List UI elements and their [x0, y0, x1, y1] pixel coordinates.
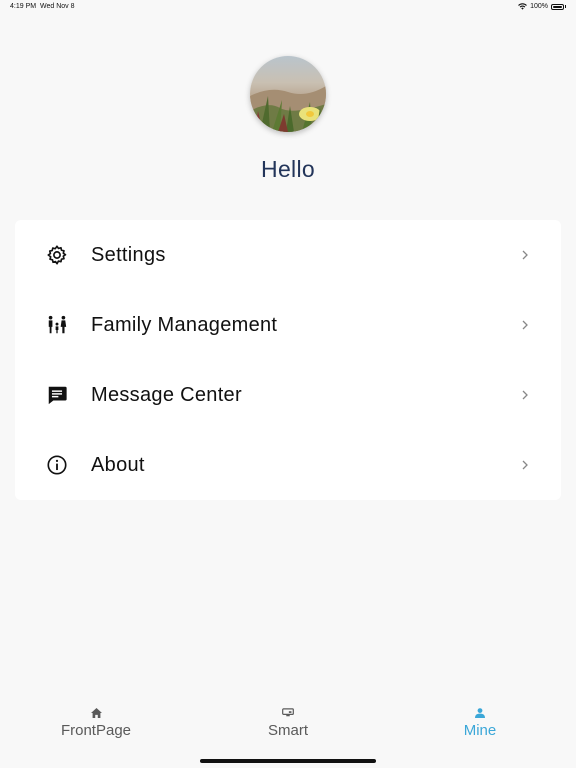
family-icon	[45, 313, 69, 337]
tab-label: Mine	[463, 722, 497, 739]
status-bar: 4:19 PM Wed Nov 8 100%	[0, 0, 576, 16]
battery-percent: 100%	[530, 3, 548, 10]
chevron-right-icon	[520, 250, 530, 260]
tab-bar: FrontPage Smart Mine	[0, 692, 576, 768]
status-date: Wed Nov 8	[40, 3, 75, 10]
status-time: 4:19 PM	[10, 3, 37, 10]
battery-tip	[565, 5, 566, 8]
message-icon	[45, 383, 69, 407]
wifi-icon	[518, 3, 527, 10]
chevron-right-icon	[520, 320, 530, 330]
chevron-right-icon	[520, 460, 530, 470]
person-icon	[384, 708, 576, 718]
tab-mine[interactable]: Mine	[384, 692, 576, 752]
greeting-text: Hello	[261, 156, 315, 182]
menu-item-settings[interactable]: Settings	[15, 220, 561, 290]
menu-item-message-center[interactable]: Message Center	[15, 360, 561, 430]
battery-icon	[551, 3, 564, 10]
menu-card: Settings Family Management Message Cente…	[15, 220, 561, 500]
menu-item-label: About	[91, 453, 145, 476]
info-icon	[45, 453, 69, 477]
menu-item-label: Settings	[91, 243, 166, 266]
tab-smart[interactable]: Smart	[192, 692, 384, 752]
status-indicators: 100%	[518, 3, 566, 10]
gear-icon	[45, 243, 69, 267]
home-indicator[interactable]	[200, 759, 376, 763]
tab-label: Smart	[267, 722, 308, 739]
tab-frontpage[interactable]: FrontPage	[0, 692, 192, 752]
menu-item-label: Family Management	[91, 313, 278, 336]
home-icon	[0, 708, 192, 718]
menu-item-about[interactable]: About	[15, 430, 561, 500]
menu-item-label: Message Center	[91, 383, 242, 406]
device-icon	[192, 708, 384, 717]
avatar[interactable]	[250, 56, 326, 132]
tab-label: FrontPage	[60, 722, 132, 739]
menu-item-family-management[interactable]: Family Management	[15, 290, 561, 360]
avatar-photo	[250, 56, 326, 132]
chevron-right-icon	[520, 390, 530, 400]
